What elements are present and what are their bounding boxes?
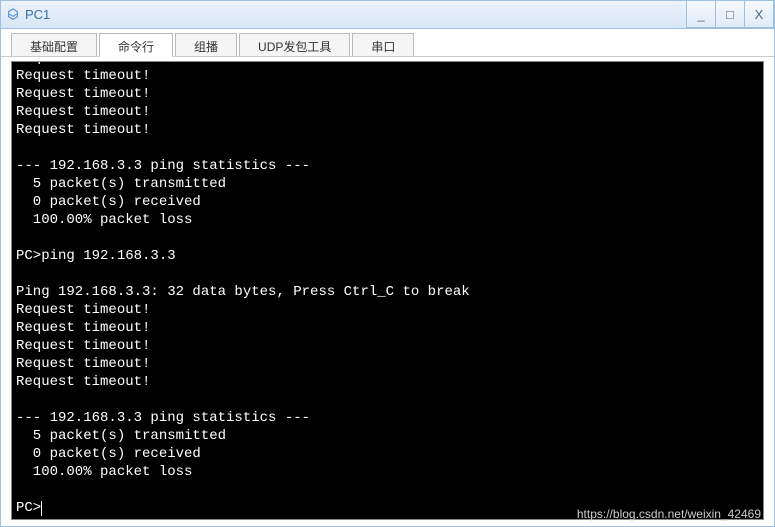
close-button[interactable]: X [744,1,774,28]
tab-udp-tool[interactable]: UDP发包工具 [239,33,350,56]
terminal[interactable]: Request timeout! Request timeout! Reques… [11,61,764,520]
window-controls: _ □ X [687,1,774,28]
tab-command-line[interactable]: 命令行 [99,33,173,57]
tab-basic-config[interactable]: 基础配置 [11,33,97,56]
minimize-button[interactable]: _ [686,1,716,28]
app-icon [5,7,21,23]
titlebar[interactable]: PC1 _ □ X [1,1,774,29]
window-title: PC1 [25,7,50,22]
terminal-container: Request timeout! Request timeout! Reques… [1,57,774,526]
maximize-button[interactable]: □ [715,1,745,28]
tab-serial[interactable]: 串口 [352,33,414,56]
app-window: PC1 _ □ X 基础配置 命令行 组播 UDP发包工具 串口 Request… [0,0,775,527]
tab-bar: 基础配置 命令行 组播 UDP发包工具 串口 [1,29,774,57]
tab-multicast[interactable]: 组播 [175,33,237,56]
